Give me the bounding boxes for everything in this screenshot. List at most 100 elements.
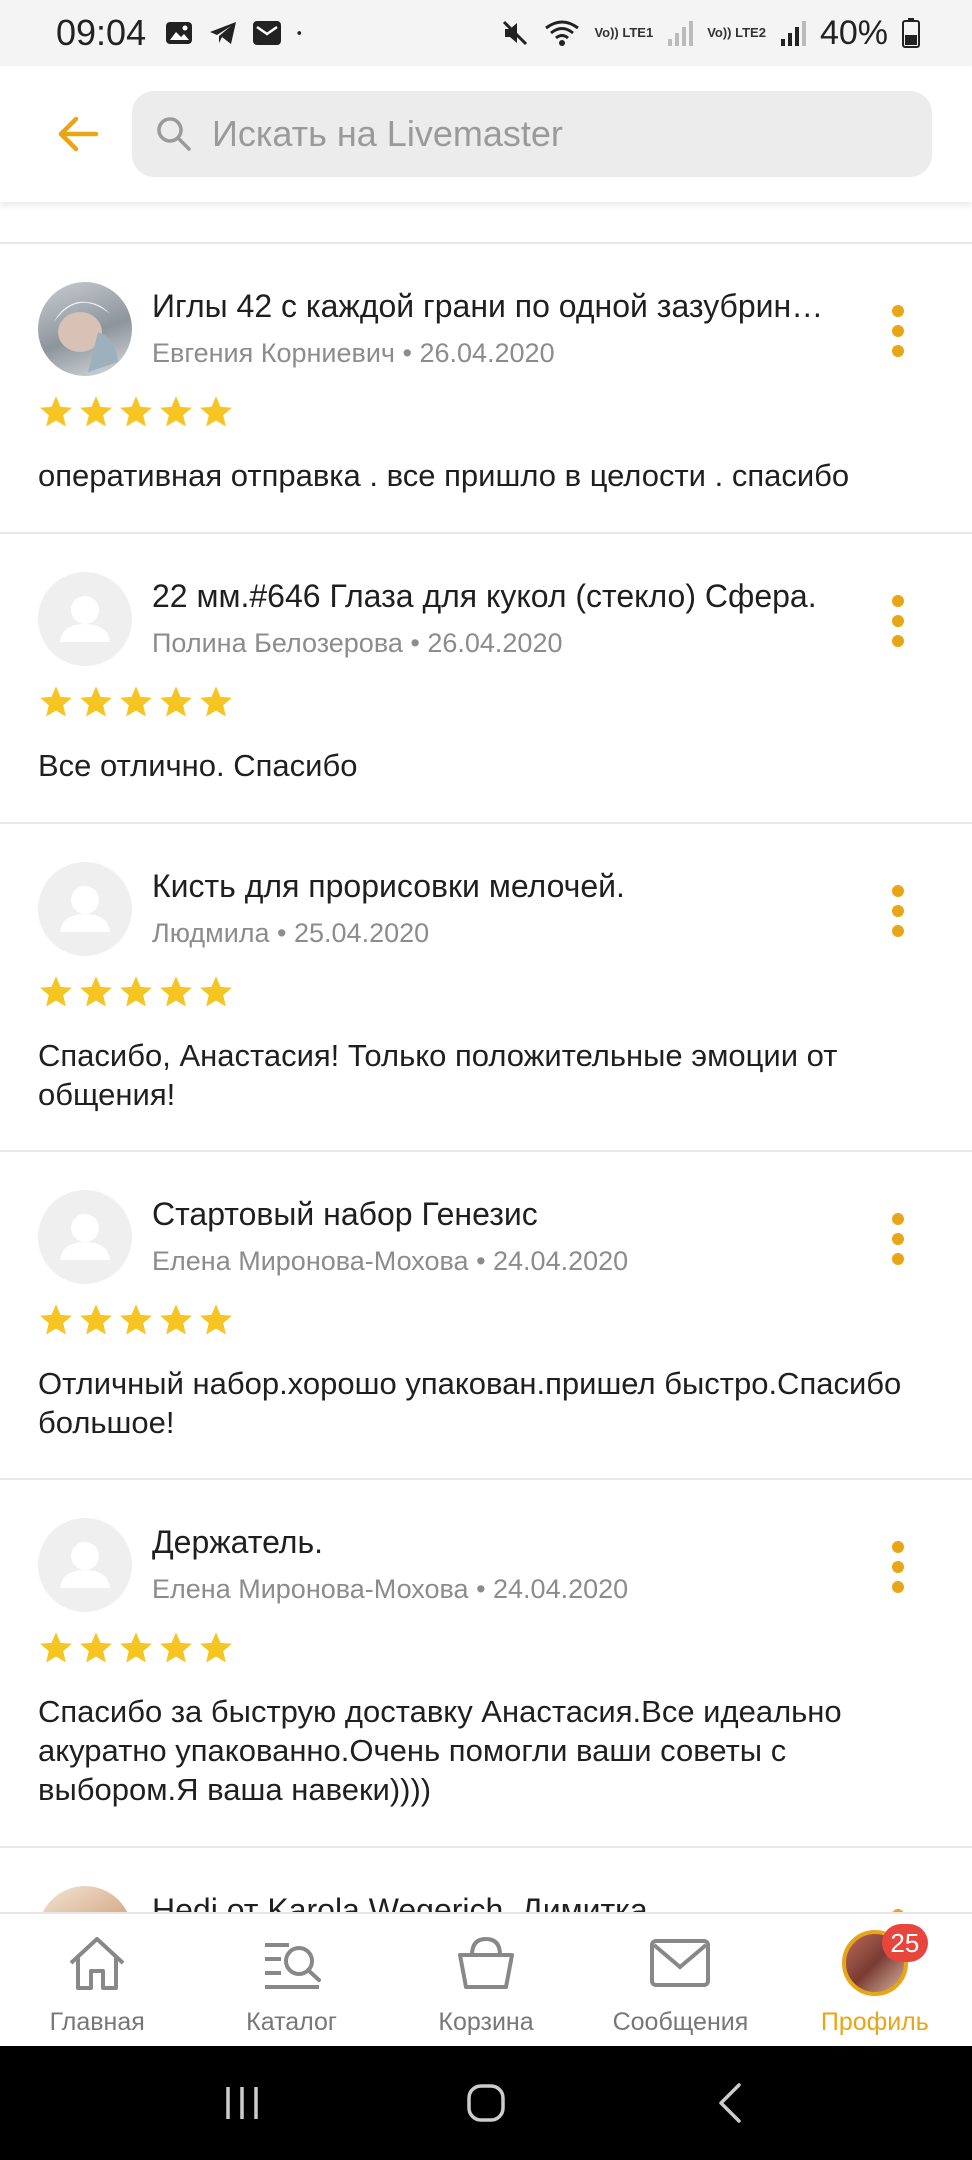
review-item: Hedi от Karola Wegerich. Димитка — [0, 1848, 972, 1912]
star-icon — [120, 1304, 152, 1335]
review-item: Держатель. Елена Миронова-Мохова • 24.04… — [0, 1480, 972, 1848]
nav-messages[interactable]: Сообщения — [583, 1914, 777, 2046]
star-icon — [120, 1632, 152, 1663]
recent-apps-button[interactable] — [202, 2063, 282, 2143]
battery-icon — [902, 18, 920, 48]
home-circle-icon — [467, 2084, 505, 2122]
review-meta: Полина Белозерова • 26.04.2020 — [152, 628, 563, 658]
telegram-icon — [210, 22, 237, 44]
nav-label: Сообщения — [612, 2008, 749, 2036]
nav-label: Профиль — [820, 2008, 929, 2036]
star-icon — [40, 976, 72, 1007]
catalog-icon — [264, 1943, 321, 1989]
review-product-title[interactable]: Hedi от Karola Wegerich. Димитка — [152, 1892, 862, 1912]
home-icon — [69, 1937, 125, 1990]
star-icon — [40, 1632, 72, 1663]
sim2-label: Vo)) LTE2 — [707, 25, 766, 40]
reviews-list[interactable]: Иглы 42 с каждой грани по одной зазубрин… — [0, 242, 972, 1912]
review-product-title[interactable]: 22 мм.#646 Глаза для кукол (стекло) Сфер… — [152, 578, 862, 615]
more-options-button[interactable] — [868, 1900, 928, 1912]
battery-percent: 40% — [819, 13, 888, 52]
nav-catalog[interactable]: Каталог — [194, 1914, 388, 2046]
avatar[interactable] — [38, 572, 132, 666]
system-back-button[interactable] — [690, 2063, 770, 2143]
star-icon — [160, 686, 192, 717]
chevron-left-icon — [719, 2083, 741, 2123]
avatar[interactable] — [38, 862, 132, 956]
notification-badge: 25 — [881, 1924, 928, 1962]
signal2-icon — [780, 21, 806, 46]
more-options-button[interactable] — [868, 296, 928, 366]
review-item: 22 мм.#646 Глаза для кукол (стекло) Сфер… — [0, 534, 972, 824]
star-icon — [160, 1304, 192, 1335]
user-placeholder-icon — [60, 886, 110, 932]
rating-stars — [38, 394, 234, 434]
review-product-title[interactable]: Кисть для прорисовки мелочей. — [152, 868, 862, 905]
avatar[interactable] — [38, 1190, 132, 1284]
arrow-left-icon — [58, 116, 99, 152]
star-icon — [160, 396, 192, 427]
sim1-label: Vo)) LTE1 — [594, 25, 654, 40]
mail-icon — [650, 1939, 711, 1987]
dot-icon — [297, 31, 302, 35]
search-input[interactable] — [212, 113, 892, 155]
review-text: Спасибо, Анастасия! Только положительные… — [38, 1038, 838, 1112]
nav-label: Главная — [49, 2008, 145, 2036]
notification-icons — [164, 20, 310, 46]
review-meta: Елена Миронова-Мохова • 24.04.2020 — [152, 1246, 629, 1276]
star-icon — [160, 976, 192, 1007]
user-placeholder-icon — [60, 596, 110, 642]
more-options-button[interactable] — [868, 1532, 928, 1602]
rating-stars — [38, 974, 234, 1014]
more-vertical-icon — [892, 595, 904, 647]
more-vertical-icon — [892, 1213, 904, 1265]
star-icon — [40, 1304, 72, 1335]
star-icon — [80, 1304, 112, 1335]
nav-label: Каталог — [246, 2008, 338, 2036]
review-product-title[interactable]: Иглы 42 с каждой грани по одной зазубрин… — [152, 288, 862, 325]
more-options-button[interactable] — [868, 876, 928, 946]
star-icon — [120, 396, 152, 427]
screen: 09:04 Vo)) LTE1 Vo)) LTE2 40% Искать на … — [0, 0, 972, 2160]
review-product-title[interactable]: Стартовый набор Генезис — [152, 1196, 862, 1233]
review-text: Отличный набор.хорошо упакован.пришел бы… — [38, 1366, 902, 1440]
nav-basket[interactable]: Корзина — [389, 1914, 583, 2046]
rating-stars — [38, 684, 234, 724]
star-icon — [80, 686, 112, 717]
gallery-icon — [166, 22, 193, 44]
more-vertical-icon — [892, 305, 904, 357]
star-icon — [200, 1304, 232, 1335]
top-header — [0, 66, 972, 202]
nav-label: Корзина — [438, 2008, 534, 2036]
back-button[interactable] — [38, 94, 118, 174]
review-text: Спасибо за быструю доставку Анастасия.Вс… — [38, 1694, 842, 1807]
star-icon — [160, 1632, 192, 1663]
home-button[interactable] — [446, 2063, 526, 2143]
review-meta: Евгения Корниевич • 26.04.2020 — [152, 338, 555, 368]
review-product-title[interactable]: Держатель. — [152, 1524, 862, 1561]
status-right: Vo)) LTE1 Vo)) LTE2 40% — [500, 14, 920, 53]
user-placeholder-icon — [60, 1214, 110, 1260]
more-options-button[interactable] — [868, 586, 928, 656]
avatar-photo-icon — [54, 301, 118, 372]
star-icon — [120, 686, 152, 717]
star-icon — [40, 396, 72, 427]
star-icon — [200, 396, 232, 427]
search-box[interactable] — [132, 91, 932, 177]
rating-stars — [38, 1302, 234, 1342]
more-vertical-icon — [892, 885, 904, 937]
avatar[interactable] — [38, 282, 132, 376]
system-nav-bar — [0, 2046, 972, 2160]
star-icon — [40, 686, 72, 717]
status-bar: 09:04 Vo)) LTE1 Vo)) LTE2 40% — [0, 0, 972, 66]
star-icon — [80, 396, 112, 427]
more-options-button[interactable] — [868, 1204, 928, 1274]
avatar[interactable] — [38, 1886, 132, 1912]
nav-profile[interactable]: 25 Профиль — [778, 1914, 972, 2046]
star-icon — [200, 1632, 232, 1663]
bottom-nav: Главная Каталог Корзина Сообщения 25 Про… — [0, 1912, 972, 2046]
star-icon — [80, 976, 112, 1007]
search-icon — [157, 117, 191, 151]
avatar[interactable] — [38, 1518, 132, 1612]
nav-home[interactable]: Главная — [0, 1914, 194, 2046]
